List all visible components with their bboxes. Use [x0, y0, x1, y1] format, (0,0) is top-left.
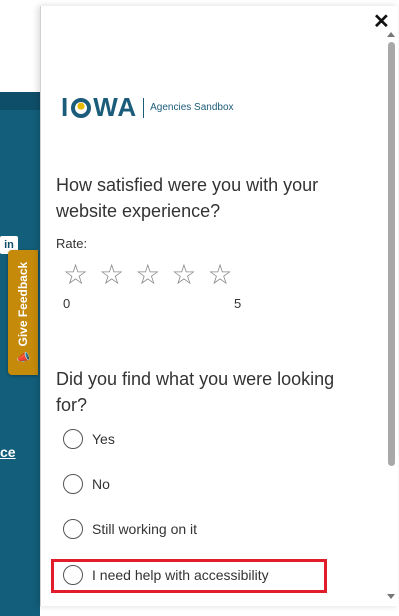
scale-max-label: 5	[234, 296, 242, 311]
option-label: Still working on it	[92, 521, 198, 537]
logo-sun-icon	[71, 97, 92, 118]
logo-wordmark: I WA	[61, 92, 138, 122]
star-icon-4[interactable]: ☆	[171, 260, 196, 290]
radio-button[interactable]	[63, 429, 83, 449]
scroll-down-arrow-icon[interactable]	[387, 594, 395, 599]
option-still-working[interactable]: Still working on it	[63, 519, 197, 539]
feedback-panel: ✕ I WA Agencies Sandbox How satisfied wer…	[40, 6, 398, 606]
star-icon-1[interactable]: ☆	[63, 260, 88, 290]
logo-divider	[143, 97, 145, 118]
radio-button[interactable]	[63, 474, 83, 494]
radio-button[interactable]	[63, 519, 83, 539]
close-button[interactable]: ✕	[373, 12, 390, 32]
background-link[interactable]: ce	[0, 444, 16, 460]
option-label: No	[92, 476, 110, 492]
megaphone-icon: 📣	[16, 351, 30, 364]
give-feedback-tab[interactable]: 📣 Give Feedback	[8, 250, 38, 375]
scroll-up-arrow-icon[interactable]	[387, 32, 395, 37]
scale-min-label: 0	[63, 296, 71, 311]
logo-subtitle: Agencies Sandbox	[150, 102, 234, 113]
option-no[interactable]: No	[63, 474, 110, 494]
iowa-logo: I WA Agencies Sandbox	[61, 92, 234, 123]
star-icon-3[interactable]: ☆	[135, 260, 160, 290]
option-label: Yes	[92, 431, 115, 447]
question-satisfaction: How satisfied were you with your website…	[56, 175, 319, 221]
page-background-top	[0, 0, 40, 92]
option-yes[interactable]: Yes	[63, 429, 115, 449]
star-icon-2[interactable]: ☆	[99, 260, 124, 290]
option-accessibility-help[interactable]: I need help with accessibility	[63, 565, 269, 585]
page-header-band	[0, 92, 40, 110]
star-rating: ☆ ☆ ☆ ☆ ☆	[63, 260, 233, 290]
option-label: I need help with accessibility	[92, 567, 269, 583]
star-icon-5[interactable]: ☆	[207, 260, 232, 290]
radio-button[interactable]	[63, 565, 83, 585]
question-found: Did you find what you were looking for?	[56, 369, 335, 415]
scrollbar-thumb[interactable]	[388, 42, 395, 466]
feedback-tab-label: Give Feedback	[16, 261, 30, 347]
rate-label: Rate:	[56, 236, 88, 251]
